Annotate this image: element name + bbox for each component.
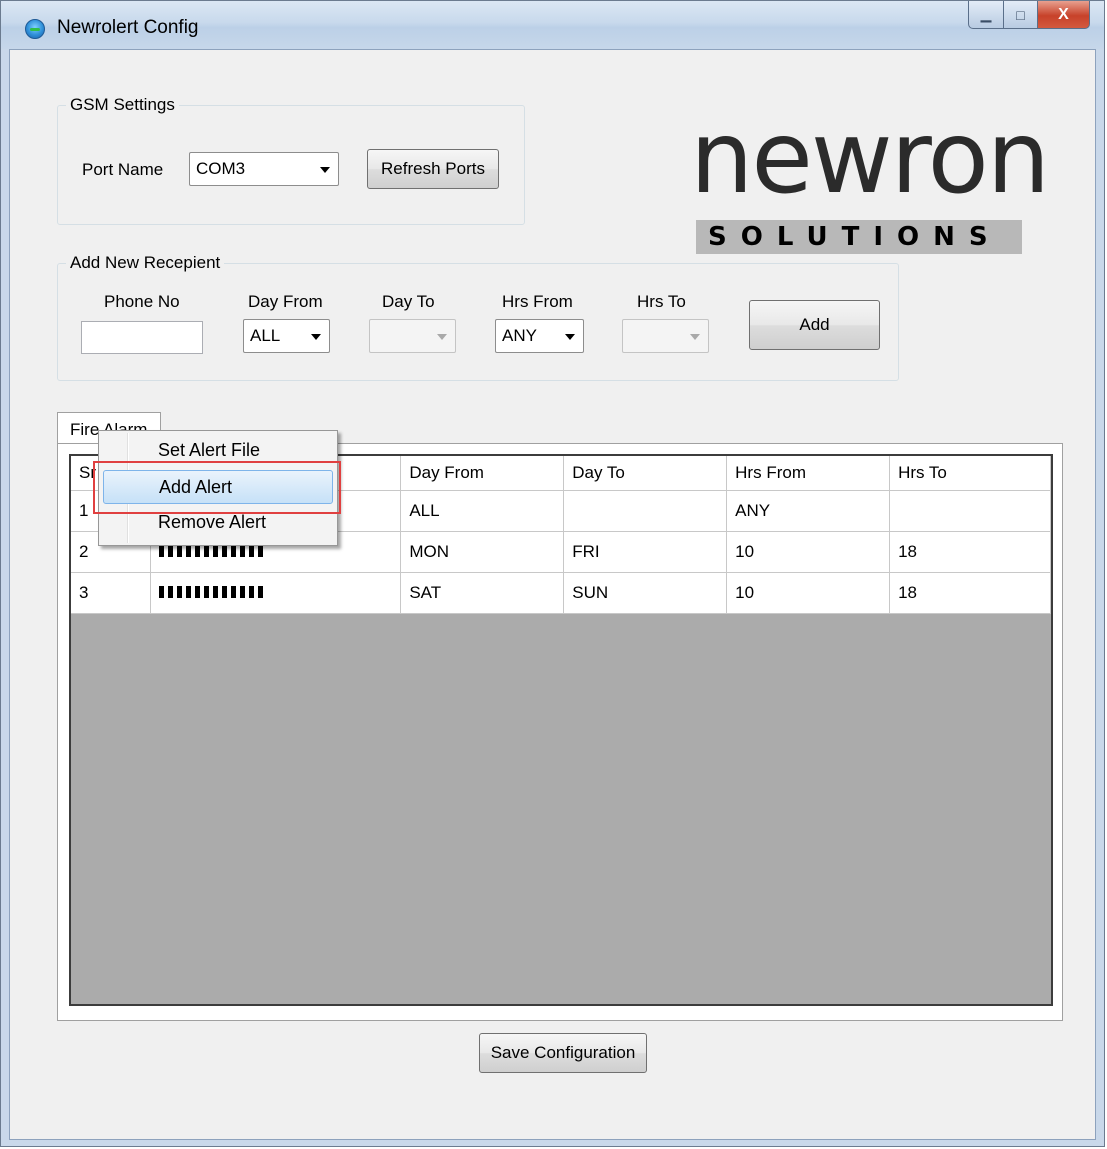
cell-day-to[interactable] [563,490,728,532]
masked-phone-number [159,545,268,557]
table-row[interactable]: 3 SAT SUN 10 18 [71,572,1051,614]
menu-item-add-alert[interactable]: Add Alert [103,470,333,504]
cell-hrs-to[interactable]: 18 [889,572,1051,614]
cell-day-from[interactable]: SAT [400,572,565,614]
cell-phone[interactable] [150,572,402,614]
cell-hrs-from[interactable]: 10 [726,531,891,573]
port-name-label: Port Name [82,160,164,179]
logo-subtitle: SOLUTIONS [708,222,1002,252]
cell-day-to[interactable]: SUN [563,572,728,614]
window-title: Newrolert Config [57,17,199,38]
port-name-value: COM3 [196,159,246,178]
chevron-down-icon [320,167,330,173]
phone-no-input[interactable] [81,321,203,354]
newron-logo: newron SOLUTIONS [690,108,1050,258]
gsm-settings-title: GSM Settings [66,95,179,115]
menu-item-label: Set Alert File [158,440,261,460]
day-from-label: Day From [248,292,323,311]
close-button[interactable]: X [1038,1,1090,29]
logo-wordmark: newron [690,99,1050,216]
title-bar[interactable]: Newrolert Config ▁ □ X [1,1,1104,49]
port-name-combo[interactable]: COM3 [189,152,339,186]
phone-no-label: Phone No [104,292,180,311]
app-window: Newrolert Config ▁ □ X GSM Settings Port… [0,0,1105,1147]
caption-buttons: ▁ □ X [968,1,1090,31]
hrs-from-label: Hrs From [502,292,573,311]
cell-hrs-from[interactable]: 10 [726,572,891,614]
hrs-from-value: ANY [502,326,537,345]
cell-day-from[interactable]: ALL [400,490,565,532]
cell-day-from[interactable]: MON [400,531,565,573]
add-recipient-title: Add New Recepient [66,253,225,273]
menu-item-label: Remove Alert [158,512,267,532]
day-to-label: Day To [382,292,435,311]
chevron-down-icon [437,334,447,340]
client-area: GSM Settings Port Name COM3 Refresh Port… [9,49,1096,1140]
hrs-to-label: Hrs To [637,292,686,311]
add-recipient-button[interactable]: Add [749,300,880,350]
refresh-ports-button[interactable]: Refresh Ports [367,149,499,189]
day-to-combo[interactable] [369,319,456,353]
cell-hrs-to[interactable]: 18 [889,531,1051,573]
gsm-settings-group: GSM Settings Port Name COM3 Refresh Port… [57,95,525,225]
maximize-button[interactable]: □ [1004,1,1038,29]
menu-item-set-alert-file[interactable]: Set Alert File [103,434,333,468]
column-header[interactable]: Hrs To [889,456,1051,491]
hrs-from-combo[interactable]: ANY [495,319,584,353]
day-from-value: ALL [250,326,281,345]
app-icon [25,19,45,39]
hrs-to-combo[interactable] [622,319,709,353]
cell-hrs-to[interactable] [889,490,1051,532]
cell-hrs-from[interactable]: ANY [726,490,891,532]
menu-item-label: Add Alert [159,477,233,497]
chevron-down-icon [565,334,575,340]
column-header[interactable]: Day To [563,456,728,491]
chevron-down-icon [690,334,700,340]
logo-subtitle-bar: SOLUTIONS [696,220,1022,254]
menu-item-remove-alert[interactable]: Remove Alert [103,506,333,540]
chevron-down-icon [311,334,321,340]
save-configuration-button[interactable]: Save Configuration [479,1033,647,1073]
context-menu: Set Alert File Add Alert Remove Alert [98,430,338,546]
cell-sr[interactable]: 3 [71,572,152,614]
add-recipient-group: Add New Recepient Phone No Day From ALL … [57,253,899,381]
column-header[interactable]: Day From [400,456,565,491]
day-from-combo[interactable]: ALL [243,319,330,353]
minimize-button[interactable]: ▁ [968,1,1004,29]
cell-day-to[interactable]: FRI [563,531,728,573]
masked-phone-number [159,586,268,598]
column-header[interactable]: Hrs From [726,456,891,491]
